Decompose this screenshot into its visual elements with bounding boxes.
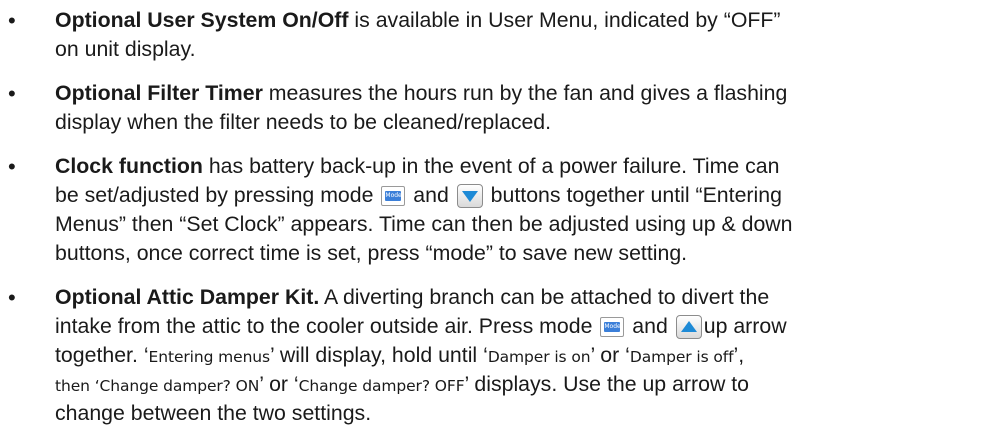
item-text: change between the two settings. bbox=[55, 401, 372, 425]
item-text: up arrow bbox=[703, 314, 787, 338]
mode-label: Mode bbox=[604, 322, 621, 332]
display-message: then ‘Change damper? ON bbox=[55, 377, 260, 395]
bullet-marker: • bbox=[8, 285, 16, 310]
item-text: intake from the attic to the cooler outs… bbox=[55, 314, 599, 338]
list-item-text: Optional Filter Timer measures the hours… bbox=[55, 79, 990, 137]
item-text: ’, bbox=[733, 343, 745, 367]
bullet-marker: • bbox=[8, 8, 16, 33]
item-text: buttons, once correct time is set, press… bbox=[55, 241, 688, 265]
item-text: together. bbox=[55, 343, 144, 367]
mode-label: Mode bbox=[385, 191, 402, 201]
display-message: Entering menus bbox=[148, 348, 271, 366]
item-text: on unit display. bbox=[55, 37, 196, 61]
item-text: ’ displays. Use the up arrow to bbox=[464, 372, 749, 396]
list-item-text: Clock function has battery back-up in th… bbox=[55, 152, 990, 268]
item-text: ’ will display, hold until bbox=[270, 343, 484, 367]
item-text: ’ or bbox=[590, 343, 626, 367]
item-text: display when the filter needs to be clea… bbox=[55, 110, 552, 134]
display-message: Damper is on bbox=[487, 348, 591, 366]
display-message: Damper is off bbox=[629, 348, 734, 366]
display-message: Change damper? OFF bbox=[298, 377, 465, 395]
item-text: is available in User Menu, indicated by … bbox=[348, 8, 781, 32]
item-text: measures the hours run by the fan and gi… bbox=[262, 81, 788, 105]
item-text: Menus” then “Set Clock” appears. Time ca… bbox=[55, 212, 793, 236]
item-text: be set/adjusted by pressing mode bbox=[55, 183, 380, 207]
item-title: Optional Attic Damper Kit. bbox=[55, 285, 320, 309]
item-text: and bbox=[407, 183, 455, 207]
item-text: has battery back-up in the event of a po… bbox=[202, 154, 780, 178]
list-item-text: Optional Attic Damper Kit. A diverting b… bbox=[55, 283, 990, 428]
list-item-text: Optional User System On/Off is available… bbox=[55, 6, 990, 64]
item-text: and bbox=[626, 314, 674, 338]
down-arrow-icon bbox=[456, 184, 483, 208]
item-text: A diverting branch can be attached to di… bbox=[319, 285, 770, 309]
bullet-marker: • bbox=[8, 154, 16, 179]
document-page: • Optional User System On/Off is availab… bbox=[0, 0, 998, 438]
item-text: buttons together until “Entering bbox=[484, 183, 782, 207]
item-title: Optional Filter Timer bbox=[55, 81, 263, 105]
up-arrow-icon bbox=[675, 315, 702, 339]
item-title: Clock function bbox=[55, 154, 203, 178]
mode-button-icon: Mode bbox=[381, 186, 406, 206]
item-text: ’ or ‘ bbox=[259, 372, 299, 396]
item-title: Optional User System On/Off bbox=[55, 8, 349, 32]
mode-button-icon: Mode bbox=[600, 317, 625, 337]
bullet-marker: • bbox=[8, 81, 16, 106]
